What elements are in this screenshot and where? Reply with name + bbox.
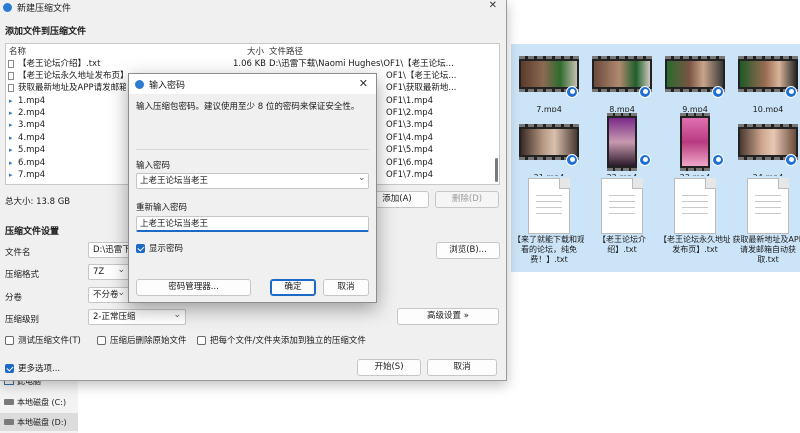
drive-icon <box>4 419 14 425</box>
password-dialog: 输入密码 ✕ 输入压缩包密码。建议使用至少 8 位的密码来保证安全性。 输入密码… <box>128 73 377 303</box>
text-file-icon <box>8 84 14 92</box>
close-icon[interactable]: ✕ <box>489 0 497 11</box>
level-select[interactable]: 2-正常压缩 <box>88 309 186 325</box>
start-button[interactable]: 开始(S) <box>357 359 421 376</box>
sync-badge-icon <box>639 86 651 98</box>
video-file-icon: ▸ <box>9 134 13 142</box>
text-file-icon <box>8 60 14 68</box>
dialog-cancel-button[interactable]: 取消 <box>323 279 369 296</box>
file-tile-video[interactable]: 8.mp4 <box>584 44 660 116</box>
file-tile-text[interactable]: 获取最新地址及APP请发邮箱自动获取.txt <box>730 176 800 272</box>
close-icon[interactable]: ✕ <box>359 77 368 90</box>
ok-button[interactable]: 确定 <box>270 279 316 296</box>
sync-badge-icon <box>566 154 578 166</box>
level-label: 压缩级别 <box>5 315 40 325</box>
file-tile-video[interactable]: 10.mp4 <box>730 44 800 116</box>
file-grid: 7.mp4 8.mp4 9.mp4 10.mp4 21.mp4 22.mp4 2… <box>511 16 800 272</box>
file-list-scrollbar[interactable] <box>494 58 498 184</box>
filename-label: 文件名 <box>5 248 31 258</box>
dialog-title-bar: 输入密码 ✕ <box>129 74 376 94</box>
sync-badge-icon <box>712 86 724 98</box>
scrollbar-thumb[interactable] <box>495 158 498 182</box>
video-thumbnail <box>680 113 710 171</box>
confirm-password-label: 重新输入密码 <box>136 203 188 213</box>
sync-badge-icon <box>785 154 797 166</box>
cancel-button[interactable]: 取消 <box>427 359 497 376</box>
advanced-settings-button[interactable]: 高级设置 » <box>397 308 499 325</box>
sync-badge-icon <box>566 86 578 98</box>
sync-badge-icon <box>785 86 797 98</box>
file-row[interactable]: 【老王论坛介绍】.txt 1.06 KB D:\迅雷下载\Naomi Hughes\… <box>6 58 499 70</box>
sync-badge-icon <box>639 154 651 166</box>
password-manager-button[interactable]: 密码管理器... <box>136 279 251 296</box>
show-password-checkbox[interactable]: 显示密码 <box>136 242 183 254</box>
video-thumbnail <box>607 113 637 171</box>
file-tile-text[interactable]: 【来了就能下载和观看的论坛，纯免费！】.txt <box>511 176 587 272</box>
column-header-name[interactable]: 名称 <box>9 45 26 57</box>
archive-settings-title: 压缩文件设置 <box>5 227 60 237</box>
video-file-icon: ▸ <box>9 97 13 105</box>
separate-archives-checkbox[interactable]: 把每个文件/文件夹添加到独立的压缩文件 <box>197 334 366 346</box>
filename-field[interactable]: D:\迅雷下 <box>88 242 130 258</box>
format-select[interactable]: 7Z <box>88 264 130 280</box>
text-file-icon <box>674 178 716 234</box>
test-archive-checkbox[interactable]: 测试压缩文件(T) <box>5 334 81 346</box>
video-file-icon: ▸ <box>9 159 13 167</box>
video-file-icon: ▸ <box>9 121 13 129</box>
text-file-icon <box>8 72 14 80</box>
file-tile-video[interactable]: 24.mp4 <box>730 112 800 186</box>
password-field[interactable]: 上老王论坛当老王 <box>136 173 369 189</box>
file-tile-video[interactable]: 23.mp4 <box>657 112 733 186</box>
total-size-label: 总大小: 13.8 GB <box>5 197 71 207</box>
column-header-path[interactable]: 文件路径 <box>269 45 303 57</box>
delete-after-checkbox[interactable]: 压缩后删除原始文件 <box>97 334 187 346</box>
file-tile-video[interactable]: 22.mp4 <box>584 112 660 186</box>
text-file-icon <box>747 178 789 234</box>
app-icon <box>135 79 144 89</box>
file-tile-text[interactable]: 【老王论坛介绍】.txt <box>584 176 660 272</box>
password-hint-text: 输入压缩包密码。建议使用至少 8 位的密码来保证安全性。 <box>136 102 360 112</box>
split-select[interactable]: 不分卷 <box>88 287 130 303</box>
video-file-icon: ▸ <box>9 171 13 179</box>
browse-button[interactable]: 浏览(B)... <box>436 242 500 259</box>
sync-badge-icon <box>712 154 724 166</box>
column-header-size[interactable]: 大小 <box>247 45 264 57</box>
drive-icon <box>4 399 14 405</box>
separator <box>136 149 369 150</box>
confirm-password-field[interactable]: 上老王论坛当老王 <box>136 216 369 232</box>
split-label: 分卷 <box>5 293 23 303</box>
window-title-bar: 新建压缩文件 ✕ <box>0 0 507 14</box>
video-file-icon: ▸ <box>9 146 13 154</box>
text-file-icon <box>601 178 643 234</box>
file-tile-video[interactable]: 9.mp4 <box>657 44 733 116</box>
file-tile-video[interactable]: 7.mp4 <box>511 44 587 116</box>
chevron-down-icon[interactable]: ⌄ <box>358 173 366 183</box>
more-options-checkbox[interactable]: 更多选项... <box>5 362 60 374</box>
password-label: 输入密码 <box>136 161 171 171</box>
file-tile-text[interactable]: 【老王论坛永久地址发布页】.txt <box>657 176 733 272</box>
text-file-icon <box>528 178 570 234</box>
delete-button[interactable]: 删除(D) <box>435 191 499 208</box>
file-tile-video[interactable]: 21.mp4 <box>511 112 587 186</box>
add-files-section-title: 添加文件到压缩文件 <box>5 27 87 37</box>
app-icon <box>3 2 12 12</box>
nav-item-drive-d[interactable]: 本地磁盘 (D:) <box>0 413 78 431</box>
video-file-icon: ▸ <box>9 109 13 117</box>
nav-item-drive-c[interactable]: 本地磁盘 (C:) <box>0 393 78 411</box>
format-label: 压缩格式 <box>5 270 40 280</box>
